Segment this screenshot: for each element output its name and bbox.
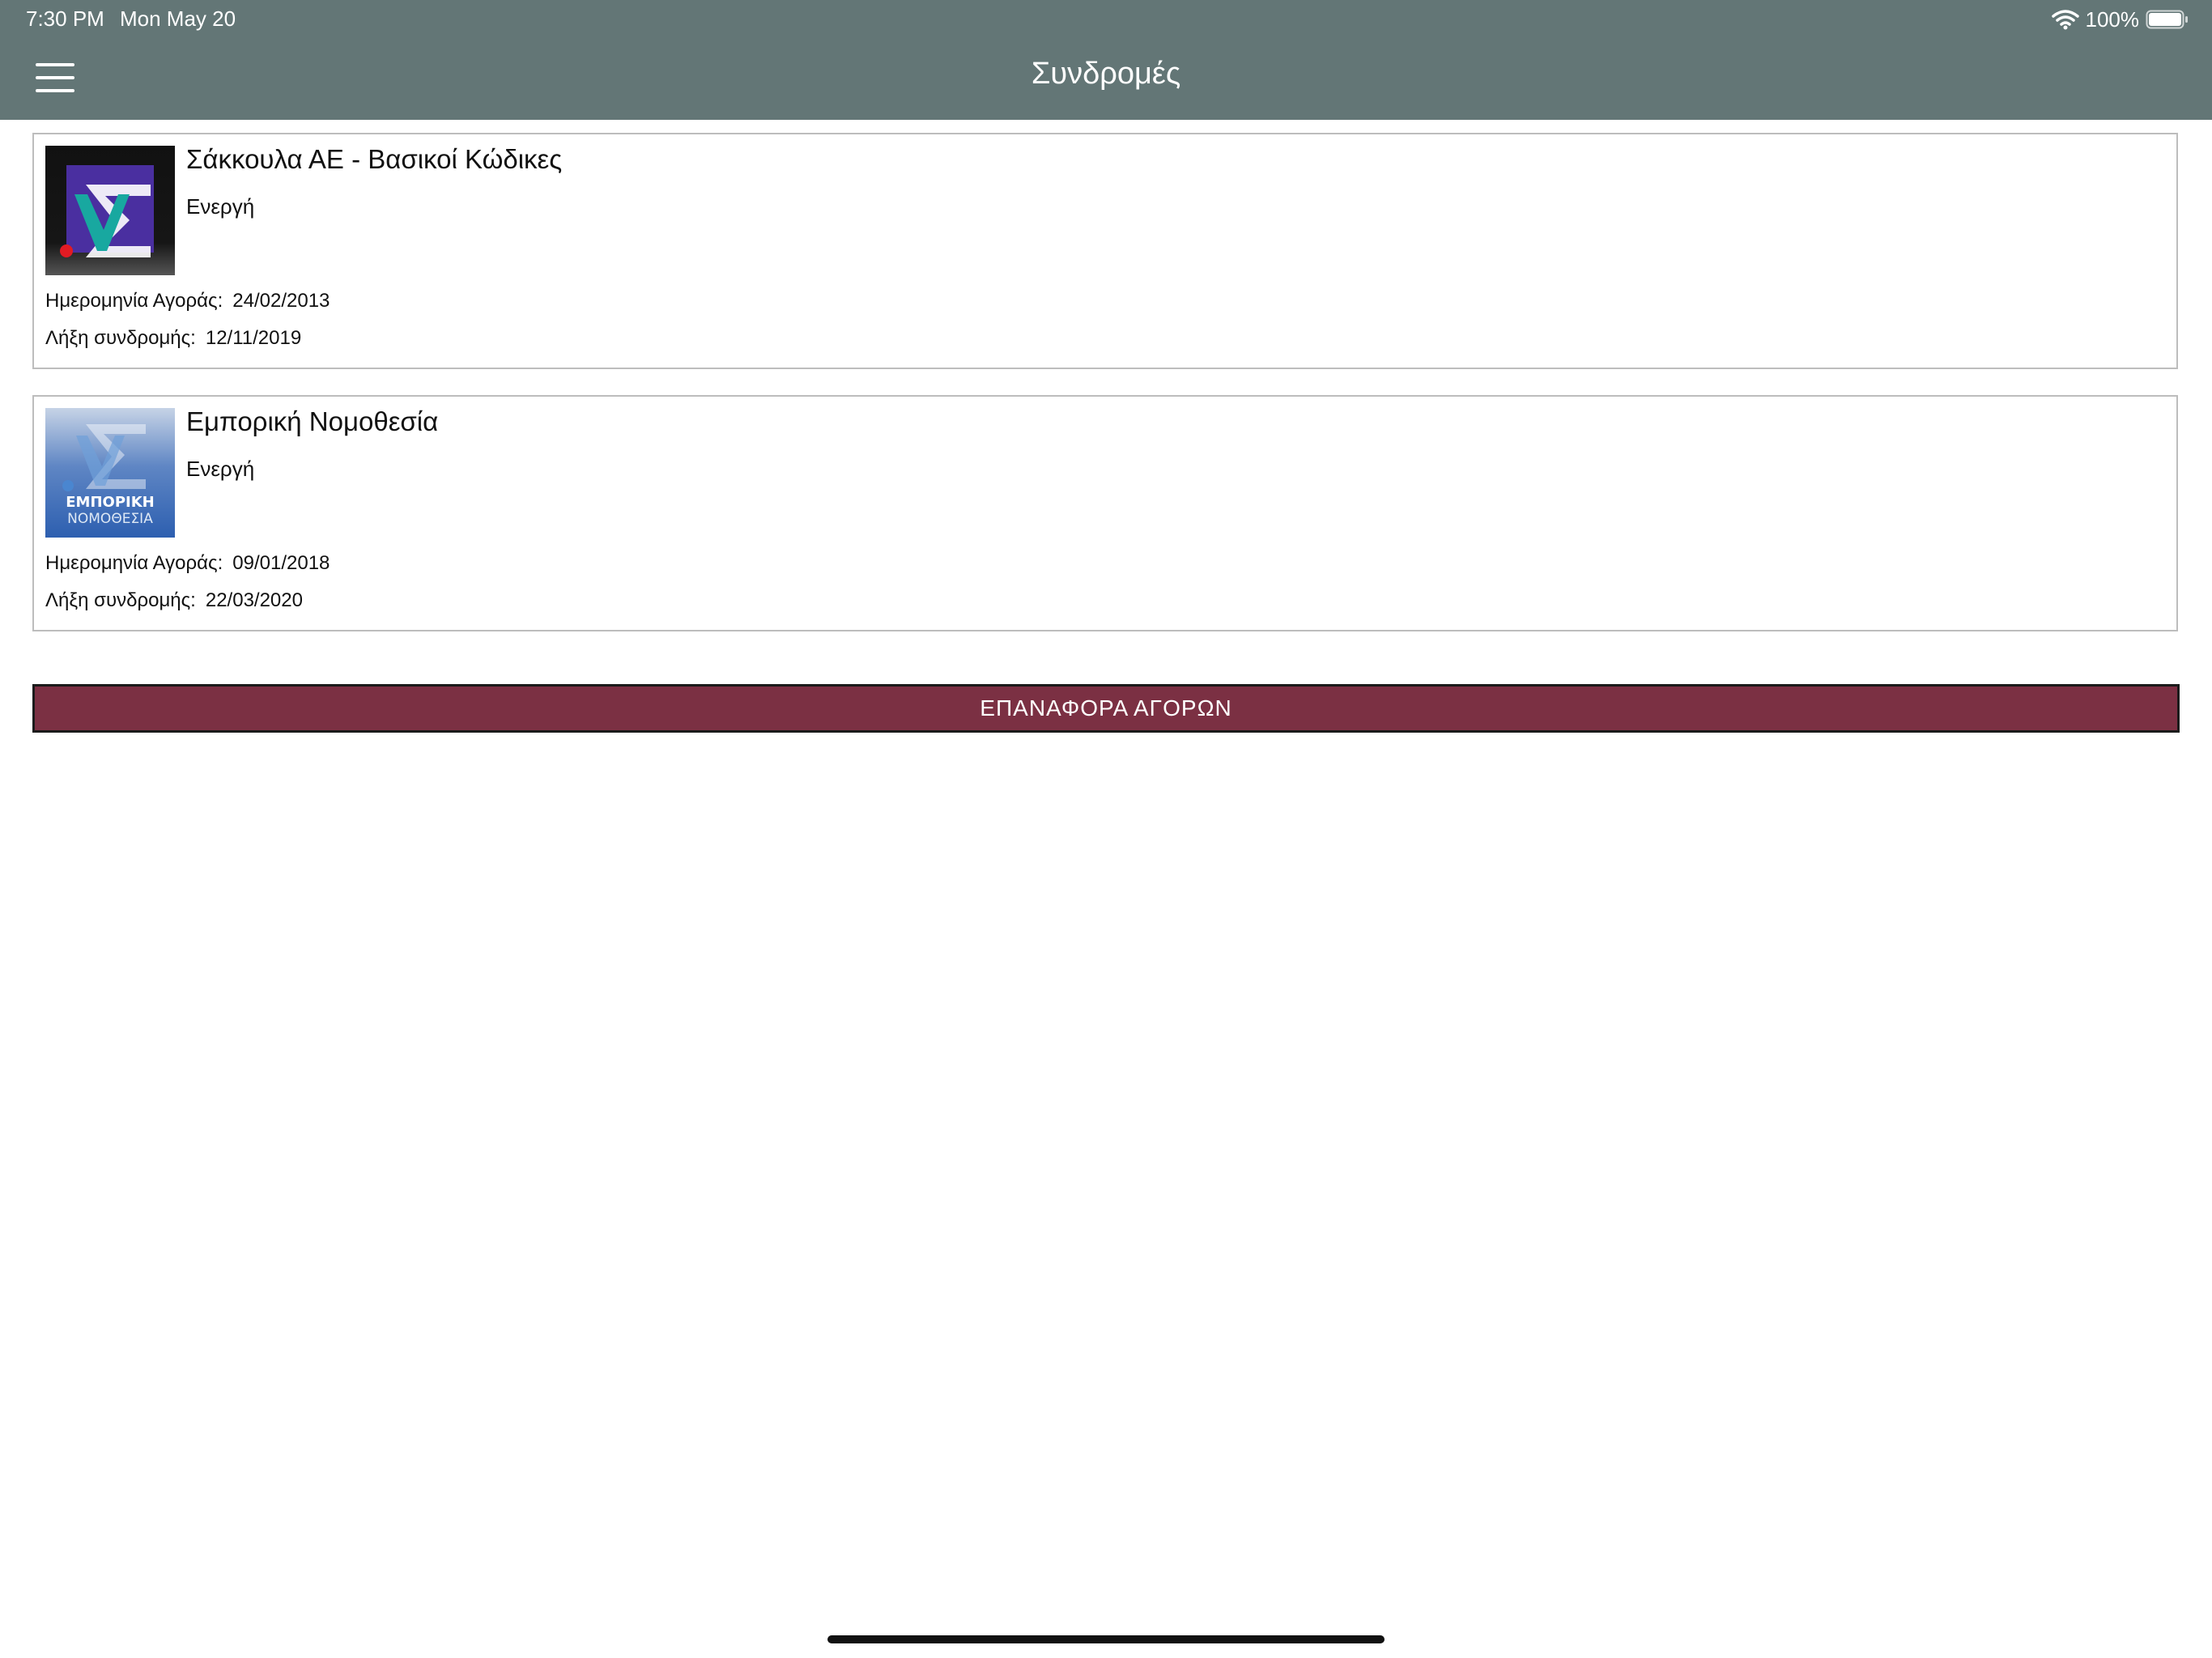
purchase-date-label: Ημερομηνία Αγοράς: (45, 552, 223, 574)
subscription-status: Ενεργή (186, 194, 255, 219)
logo-text-line2: ΝΟΜΟΘΕΣΙΑ (67, 511, 153, 527)
battery-percentage: 100% (2085, 6, 2140, 32)
expiry-date-label: Λήξη συνδρομής: (45, 327, 196, 349)
wifi-icon (2051, 10, 2079, 30)
purchase-date-value: 24/02/2013 (232, 290, 330, 312)
subscriptions-screen: 7:30 PM Mon May 20 100% Συνδρομές Σάκκου… (0, 0, 2212, 1658)
subscription-title: Σάκκουλα ΑΕ - Βασικοί Κώδικες (186, 144, 563, 174)
battery-icon (2146, 10, 2188, 29)
sakkoulas-logo (45, 146, 175, 275)
emporiki-nomothesia-logo: ΕΜΠΟΡΙΚΗ ΝΟΜΟΘΕΣΙΑ (45, 408, 175, 538)
subscription-status: Ενεργή (186, 457, 255, 481)
restore-purchases-button[interactable]: ΕΠΑΝΑΦΟΡΑ ΑΓΟΡΩΝ (32, 684, 2180, 733)
expiry-date-row: Λήξη συνδρομής: 22/03/2020 (45, 589, 303, 612)
purchase-date-row: Ημερομηνία Αγοράς: 24/02/2013 (45, 290, 330, 312)
status-indicators: 100% (2051, 5, 2190, 34)
status-time: 7:30 PM (26, 6, 104, 31)
subscription-card[interactable]: Σάκκουλα ΑΕ - Βασικοί Κώδικες Ενεργή Ημε… (32, 133, 2178, 369)
purchase-date-value: 09/01/2018 (232, 552, 330, 574)
purchase-date-row: Ημερομηνία Αγοράς: 09/01/2018 (45, 552, 330, 575)
purchase-date-label: Ημερομηνία Αγοράς: (45, 290, 223, 312)
expiry-date-label: Λήξη συνδρομής: (45, 589, 196, 611)
expiry-date-value: 22/03/2020 (205, 589, 303, 611)
expiry-date-row: Λήξη συνδρομής: 12/11/2019 (45, 327, 301, 350)
logo-text-line1: ΕΜΠΟΡΙΚΗ (66, 494, 154, 511)
expiry-date-value: 12/11/2019 (205, 327, 302, 349)
app-header: 7:30 PM Mon May 20 100% Συνδρομές (0, 0, 2212, 120)
status-date: Mon May 20 (120, 6, 236, 31)
page-title: Συνδρομές (1031, 57, 1181, 91)
subscription-title: Εμπορική Νομοθεσία (186, 406, 439, 436)
home-indicator[interactable] (827, 1635, 1385, 1643)
subscription-card[interactable]: ΕΜΠΟΡΙΚΗ ΝΟΜΟΘΕΣΙΑ Εμπορική Νομοθεσία Εν… (32, 395, 2178, 631)
